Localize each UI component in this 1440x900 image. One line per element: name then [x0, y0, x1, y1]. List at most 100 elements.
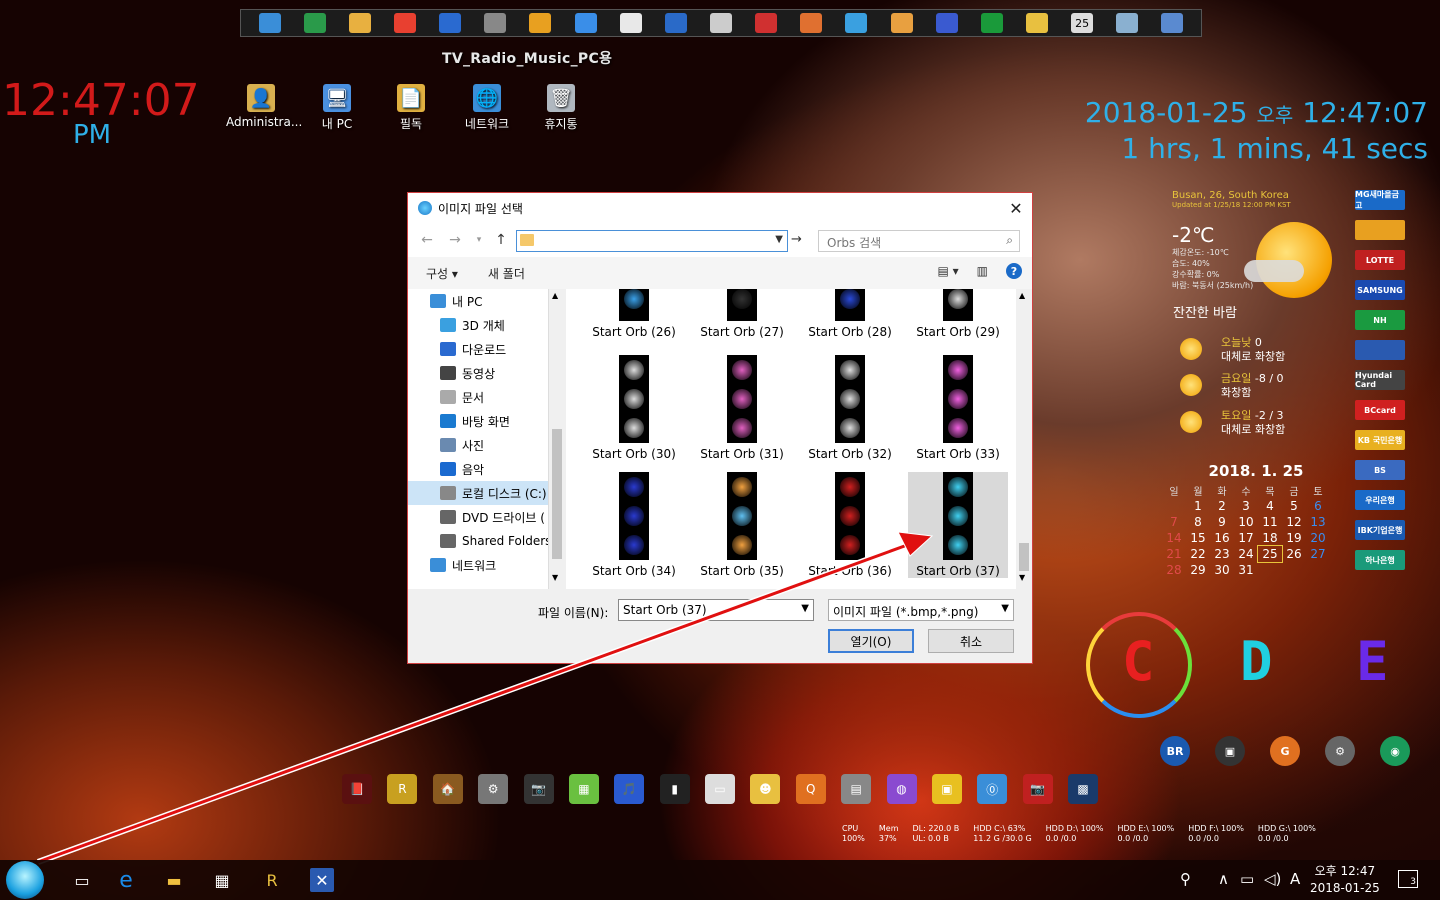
bank-shortcut[interactable]: MG새마을금고: [1355, 190, 1405, 210]
view-icon[interactable]: ▤ ▾: [937, 264, 958, 278]
bank-shortcut[interactable]: LOTTE: [1355, 250, 1405, 270]
app-shortcut-icon[interactable]: ▤: [841, 774, 872, 804]
app-shortcut-icon[interactable]: 🏠: [432, 774, 463, 804]
filename-input[interactable]: Start Orb (37) ▼: [618, 599, 814, 621]
start-orb-button[interactable]: [6, 861, 44, 899]
tools-icon[interactable]: ✕: [310, 868, 334, 892]
new-folder-button[interactable]: 새 폴더: [488, 265, 525, 282]
users-icon[interactable]: [303, 13, 326, 33]
file-item[interactable]: Start Orb (31): [692, 355, 792, 461]
aimp-icon[interactable]: [664, 13, 687, 33]
floppy-icon[interactable]: [935, 13, 958, 33]
pencil-icon[interactable]: [1025, 13, 1048, 33]
chevron-down-icon[interactable]: ▼: [775, 234, 783, 245]
tree-item[interactable]: 음악: [408, 457, 564, 481]
calendar-icon[interactable]: [484, 13, 507, 33]
shortcut-icon[interactable]: G: [1270, 736, 1300, 766]
desktop-icon[interactable]: 📄 필독: [376, 84, 446, 132]
tray-chevron-icon[interactable]: ∧: [1218, 870, 1229, 888]
explorer-icon[interactable]: ▬: [162, 868, 186, 892]
shortcut-icon[interactable]: ▣: [1215, 736, 1245, 766]
file-item[interactable]: Start Orb (27): [692, 289, 792, 339]
people-icon[interactable]: ⚲: [1180, 870, 1191, 888]
tree-item[interactable]: 동영상: [408, 361, 564, 385]
tree-item[interactable]: DVD 드라이브 (: [408, 505, 564, 529]
tree-item[interactable]: Shared Folders(\: [408, 529, 564, 553]
app-shortcut-icon[interactable]: 📷: [523, 774, 554, 804]
forward-icon[interactable]: →: [444, 232, 466, 248]
app-shortcut-icon[interactable]: Q: [795, 774, 826, 804]
drive-d-label[interactable]: D: [1240, 630, 1273, 693]
tree-item[interactable]: 바탕 화면: [408, 409, 564, 433]
tree-item[interactable]: 문서: [408, 385, 564, 409]
tree-item[interactable]: 사진: [408, 433, 564, 457]
bank-shortcut[interactable]: [1355, 220, 1405, 240]
back-icon[interactable]: ←: [416, 232, 438, 248]
preview-pane-icon[interactable]: ▥: [977, 264, 988, 278]
drive-icon[interactable]: [574, 13, 597, 33]
taskbar-clock[interactable]: 오후 12:47 2018-01-25: [1310, 863, 1380, 897]
file-item[interactable]: Start Orb (26): [584, 289, 684, 339]
desktop-icon[interactable]: 👤 Administra...: [226, 84, 302, 129]
filetype-select[interactable]: 이미지 파일 (*.bmp,*.png) ▼: [828, 599, 1014, 621]
desktop-icon[interactable]: 🖥 내 PC: [302, 84, 372, 132]
file-item[interactable]: Start Orb (36): [800, 472, 900, 578]
avast-icon[interactable]: [529, 13, 552, 33]
globe-icon[interactable]: [845, 13, 868, 33]
recent-chevron-icon[interactable]: ▾: [468, 235, 490, 245]
file-item[interactable]: Start Orb (30): [584, 355, 684, 461]
tree-item[interactable]: 내 PC: [408, 289, 564, 313]
desktop-icon[interactable]: 🌐 네트워크: [452, 84, 522, 132]
bank-shortcut[interactable]: KB 국민은행: [1355, 430, 1405, 450]
bank-shortcut[interactable]: 하나은행: [1355, 550, 1405, 570]
u-icon[interactable]: [980, 13, 1003, 33]
network-icon[interactable]: ▭: [1240, 870, 1254, 888]
scroll-up-icon[interactable]: ▲: [1019, 291, 1025, 300]
app-shortcut-icon[interactable]: 📕: [342, 774, 372, 804]
app-shortcut-icon[interactable]: R: [387, 774, 418, 804]
scroll-down-icon[interactable]: ▼: [1019, 573, 1025, 582]
help-icon[interactable]: ?: [1006, 263, 1022, 279]
task-view-icon[interactable]: ▭: [70, 868, 94, 892]
file-item[interactable]: Start Orb (34): [584, 472, 684, 578]
tree-item[interactable]: 로컬 디스크 (C:): [408, 481, 564, 505]
gear-icon[interactable]: [1161, 13, 1184, 33]
search-input[interactable]: Orbs 검색 ⌕: [818, 230, 1020, 252]
drop-icon[interactable]: [1116, 13, 1139, 33]
go-arrow-icon[interactable]: →: [791, 232, 802, 247]
file-item[interactable]: Start Orb (33): [908, 355, 1008, 461]
calendar25-icon[interactable]: 25: [1071, 13, 1094, 33]
open-button[interactable]: 열기(O): [828, 629, 914, 653]
shortcut-icon[interactable]: BR: [1160, 736, 1190, 766]
desktop-icon[interactable]: 🗑 휴지통: [526, 84, 596, 132]
app-shortcut-icon[interactable]: ▦: [568, 774, 599, 804]
drive-c-label[interactable]: C: [1122, 630, 1155, 693]
file-item[interactable]: Start Orb (29): [908, 289, 1008, 339]
app-shortcut-icon[interactable]: 🎵: [614, 774, 645, 804]
file-item[interactable]: Start Orb (32): [800, 355, 900, 461]
tree-item[interactable]: 네트워크: [408, 553, 564, 577]
app-shortcut-icon[interactable]: 📷: [1022, 774, 1053, 804]
app-shortcut-icon[interactable]: ☻: [750, 774, 781, 804]
app-shortcut-icon[interactable]: ⓪: [977, 774, 1008, 804]
address-bar[interactable]: ▼: [516, 230, 788, 252]
file-item[interactable]: Start Orb (28): [800, 289, 900, 339]
app-shortcut-icon[interactable]: ▭: [705, 774, 735, 804]
tree-scroll-thumb[interactable]: [552, 429, 562, 559]
close-button[interactable]: ✕: [1000, 193, 1032, 223]
bank-shortcut[interactable]: NH: [1355, 310, 1405, 330]
bank-shortcut[interactable]: BS: [1355, 460, 1405, 480]
bank-shortcut[interactable]: BCcard: [1355, 400, 1405, 420]
shortcut-icon[interactable]: ◉: [1380, 736, 1410, 766]
app-shortcut-icon[interactable]: ▮: [659, 774, 690, 804]
volume-icon[interactable]: ◁): [1264, 870, 1281, 888]
drive-e-label[interactable]: E: [1356, 630, 1389, 693]
calc-icon[interactable]: [800, 13, 823, 33]
organize-button[interactable]: 구성 ▾: [426, 265, 458, 282]
nc-icon[interactable]: [619, 13, 642, 33]
file-item[interactable]: Start Orb (37): [908, 472, 1008, 578]
scroll-up-icon[interactable]: ▲: [552, 291, 558, 300]
file-scroll-thumb[interactable]: [1019, 543, 1029, 571]
eye-icon[interactable]: [890, 13, 913, 33]
up-icon[interactable]: ↑: [490, 232, 512, 248]
